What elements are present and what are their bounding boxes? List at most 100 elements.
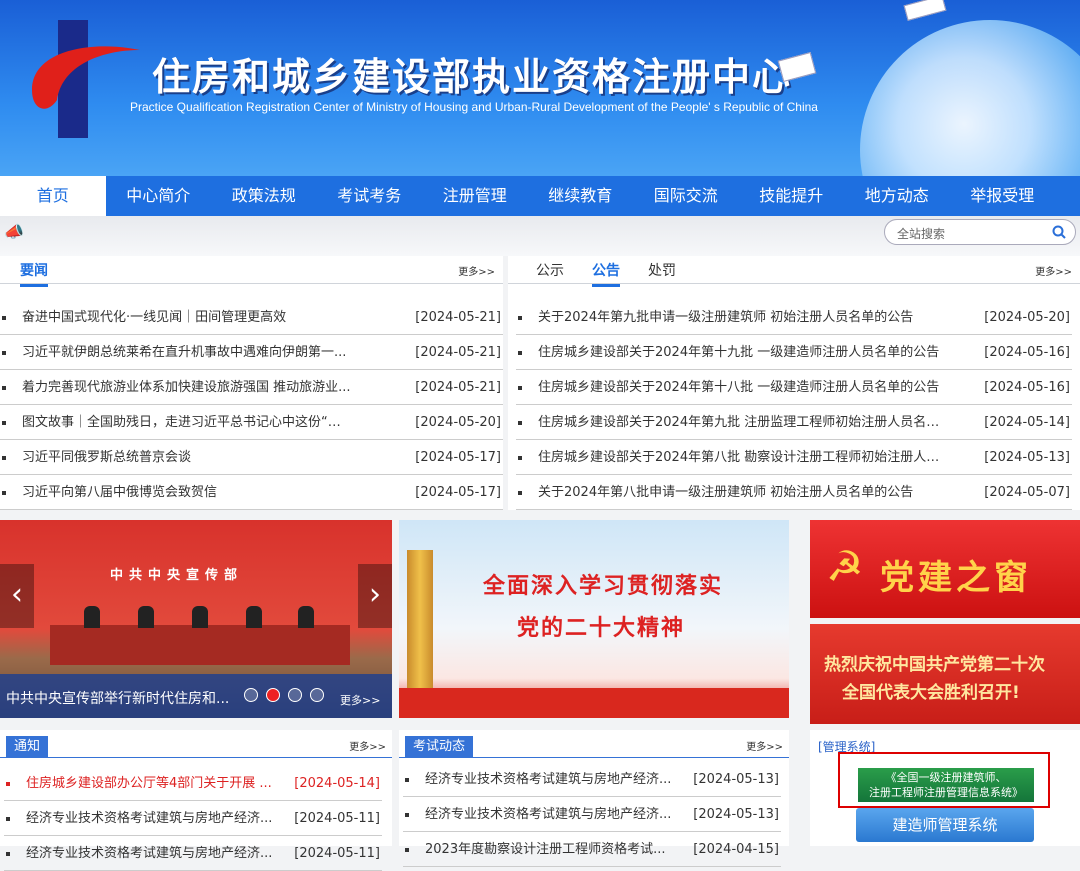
exam-news-box: 考试动态 更多>> 经济专业技术资格考试建筑与房地产经济... [2024-05-… bbox=[399, 730, 789, 867]
party-building-banner[interactable]: ☭ 党建之窗 bbox=[810, 520, 1080, 618]
notice-more-link[interactable]: 更多>> bbox=[349, 738, 386, 753]
nav-exam[interactable]: 考试考务 bbox=[317, 176, 423, 216]
list-item[interactable]: 住房城乡建设部关于2024年第十九批 一级建造师注册人员名单的公告 [2024-0… bbox=[516, 335, 1072, 370]
search-input[interactable]: 全站搜索 bbox=[884, 219, 1076, 245]
slider-dot[interactable] bbox=[310, 688, 324, 702]
notices-more-link[interactable]: 更多>> bbox=[1035, 263, 1072, 278]
nav-home[interactable]: 首页 bbox=[0, 176, 106, 216]
list-item[interactable]: 住房城乡建设部关于2024年第九批 注册监理工程师初始注册人员名单... [202… bbox=[516, 405, 1072, 440]
slide-backdrop-text: 中共中央宣传部 bbox=[110, 568, 244, 583]
notice-box-header: 通知 更多>> bbox=[0, 730, 392, 758]
promo-line-1: 全面深入学习贯彻落实 bbox=[483, 574, 724, 599]
congress-line-1: 热烈庆祝中国共产党第二十次 bbox=[824, 655, 1045, 675]
bullet-icon bbox=[6, 817, 10, 821]
site-banner: 住房和城乡建设部执业资格注册中心 Practice Qualification … bbox=[0, 0, 1080, 176]
nav-report[interactable]: 举报受理 bbox=[950, 176, 1056, 216]
notices-list: 关于2024年第九批申请一级注册建筑师 初始注册人员名单的公告 [2024-05-… bbox=[516, 300, 1072, 510]
nav-center-intro[interactable]: 中心简介 bbox=[106, 176, 212, 216]
bullet-icon bbox=[2, 491, 6, 495]
tab-public-notice[interactable]: 公示 bbox=[536, 260, 564, 280]
bullet-icon bbox=[405, 848, 409, 852]
news-panel-header: 要闻 更多>> bbox=[0, 256, 503, 287]
tab-penalty[interactable]: 处罚 bbox=[648, 260, 676, 280]
bullet-icon bbox=[2, 421, 6, 425]
news-more-link[interactable]: 更多>> bbox=[458, 263, 495, 278]
list-item[interactable]: 关于2024年第九批申请一级注册建筑师 初始注册人员名单的公告 [2024-05-… bbox=[516, 300, 1072, 335]
list-item[interactable]: 住房城乡建设部办公厅等4部门关于开展 ... [2024-05-14] bbox=[4, 766, 382, 801]
list-item[interactable]: 关于2024年第八批申请一级注册建筑师 初始注册人员名单的公告 [2024-05-… bbox=[516, 475, 1072, 510]
search-placeholder: 全站搜索 bbox=[897, 227, 946, 241]
party-emblem-icon: ☭ bbox=[826, 542, 864, 591]
notices-panel-header: 公示 公告 处罚 更多>> bbox=[508, 256, 1080, 287]
notices-panel: 公示 公告 处罚 更多>> 关于2024年第九批申请一级注册建筑师 初始注册人员… bbox=[508, 256, 1080, 510]
exam-box-header: 考试动态 更多>> bbox=[399, 730, 789, 758]
slider-dot[interactable] bbox=[288, 688, 302, 702]
bullet-icon bbox=[405, 778, 409, 782]
congress-banner[interactable]: 热烈庆祝中国共产党第二十次 全国代表大会胜利召开! bbox=[810, 624, 1080, 724]
architect-engineer-system-button[interactable]: 《全国一级注册建筑师、 注册工程师注册管理信息系统》 bbox=[858, 768, 1034, 802]
party-building-title: 党建之窗 bbox=[880, 558, 1032, 598]
bullet-icon bbox=[2, 351, 6, 355]
promo-banner[interactable]: 全面深入学习贯彻落实 党的二十大精神 bbox=[399, 520, 789, 718]
news-slider[interactable]: 中共中央宣传部 ‹ › 中共中央宣传部举行新时代住房和... 更多>> bbox=[0, 520, 392, 718]
highlight-box: 《全国一级注册建筑师、 注册工程师注册管理信息系统》 bbox=[838, 752, 1050, 808]
list-item[interactable]: 经济专业技术资格考试建筑与房地产经济... [2024-05-13] bbox=[403, 762, 781, 797]
slide-caption[interactable]: 中共中央宣传部举行新时代住房和... bbox=[6, 688, 229, 708]
list-item[interactable]: 经济专业技术资格考试建筑与房地产经济... [2024-05-11] bbox=[4, 836, 382, 871]
nav-registration[interactable]: 注册管理 bbox=[422, 176, 528, 216]
notice-box-title[interactable]: 通知 bbox=[6, 736, 49, 758]
constructor-system-button[interactable]: 建造师管理系统 bbox=[856, 808, 1034, 842]
nav-skills[interactable]: 技能提升 bbox=[739, 176, 845, 216]
person-graphic bbox=[84, 606, 100, 628]
slide-caption-bar: 中共中央宣传部举行新时代住房和... bbox=[0, 674, 392, 718]
exam-more-link[interactable]: 更多>> bbox=[746, 738, 783, 753]
bullet-icon bbox=[2, 316, 6, 320]
bullet-icon bbox=[405, 813, 409, 817]
bullet-icon bbox=[2, 456, 6, 460]
main-nav: 首页 中心简介 政策法规 考试考务 注册管理 继续教育 国际交流 技能提升 地方… bbox=[0, 176, 1080, 216]
list-item[interactable]: 习近平向第八届中俄博览会致贺信 [2024-05-17] bbox=[0, 475, 503, 510]
list-item[interactable]: 住房城乡建设部关于2024年第八批 勘察设计注册工程师初始注册人员... [202… bbox=[516, 440, 1072, 475]
slider-prev-button[interactable]: ‹ bbox=[0, 564, 34, 628]
site-subtitle: Practice Qualification Registration Cent… bbox=[130, 100, 818, 114]
slider-next-button[interactable]: › bbox=[358, 564, 392, 628]
site-logo bbox=[32, 20, 140, 138]
list-item[interactable]: 经济专业技术资格考试建筑与房地产经济... [2024-05-13] bbox=[403, 797, 781, 832]
exam-box-title[interactable]: 考试动态 bbox=[405, 736, 474, 758]
notice-list: 住房城乡建设部办公厅等4部门关于开展 ... [2024-05-14] 经济专业技… bbox=[4, 766, 382, 871]
bullet-icon bbox=[518, 386, 522, 390]
tab-announcement[interactable]: 公告 bbox=[592, 260, 620, 287]
nav-local-news[interactable]: 地方动态 bbox=[844, 176, 950, 216]
huabiao-pillar-graphic bbox=[407, 550, 433, 700]
slider-dots bbox=[244, 688, 324, 702]
slider-dot[interactable] bbox=[244, 688, 258, 702]
news-list: 奋进中国式现代化·一线见闻｜田间管理更高效 [2024-05-21] 习近平就伊朗… bbox=[0, 300, 503, 510]
megaphone-icon: 📣 bbox=[4, 222, 24, 241]
tab-news[interactable]: 要闻 bbox=[20, 260, 48, 287]
list-item[interactable]: 住房城乡建设部关于2024年第十八批 一级建造师注册人员名单的公告 [2024-0… bbox=[516, 370, 1072, 405]
news-panel: 要闻 更多>> 奋进中国式现代化·一线见闻｜田间管理更高效 [2024-05-21… bbox=[0, 256, 503, 510]
bullet-icon bbox=[2, 386, 6, 390]
list-item[interactable]: 着力完善现代旅游业体系加快建设旅游强国 推动旅游业... [2024-05-21] bbox=[0, 370, 503, 405]
list-item[interactable]: 奋进中国式现代化·一线见闻｜田间管理更高效 [2024-05-21] bbox=[0, 300, 503, 335]
envelope-graphic bbox=[903, 0, 947, 21]
nav-international[interactable]: 国际交流 bbox=[633, 176, 739, 216]
bullet-icon bbox=[518, 456, 522, 460]
nav-continuing-education[interactable]: 继续教育 bbox=[528, 176, 634, 216]
list-item[interactable]: 习近平同俄罗斯总统普京会谈 [2024-05-17] bbox=[0, 440, 503, 475]
search-icon[interactable] bbox=[1051, 224, 1067, 240]
slider-more-link[interactable]: 更多>> bbox=[340, 692, 380, 708]
slider-dot[interactable] bbox=[266, 688, 280, 702]
list-item[interactable]: 2023年度勘察设计注册工程师资格考试... [2024-04-15] bbox=[403, 832, 781, 867]
nav-policy[interactable]: 政策法规 bbox=[211, 176, 317, 216]
congress-line-2: 全国代表大会胜利召开! bbox=[842, 683, 1020, 703]
exam-list: 经济专业技术资格考试建筑与房地产经济... [2024-05-13] 经济专业技术… bbox=[403, 762, 781, 867]
search-row: 📣 全站搜索 bbox=[0, 216, 1080, 256]
list-item[interactable]: 图文故事｜全国助残日，走进习近平总书记心中这份“春... [2024-05-20] bbox=[0, 405, 503, 440]
person-graphic bbox=[246, 606, 262, 628]
list-item[interactable]: 习近平就伊朗总统莱希在直升机事故中遇难向伊朗第一... [2024-05-21] bbox=[0, 335, 503, 370]
person-graphic bbox=[138, 606, 154, 628]
bullet-icon bbox=[518, 316, 522, 320]
list-item[interactable]: 经济专业技术资格考试建筑与房地产经济... [2024-05-11] bbox=[4, 801, 382, 836]
management-systems: [管理系统] 《全国一级注册建筑师、 注册工程师注册管理信息系统》 建造师管理系… bbox=[810, 730, 1080, 846]
